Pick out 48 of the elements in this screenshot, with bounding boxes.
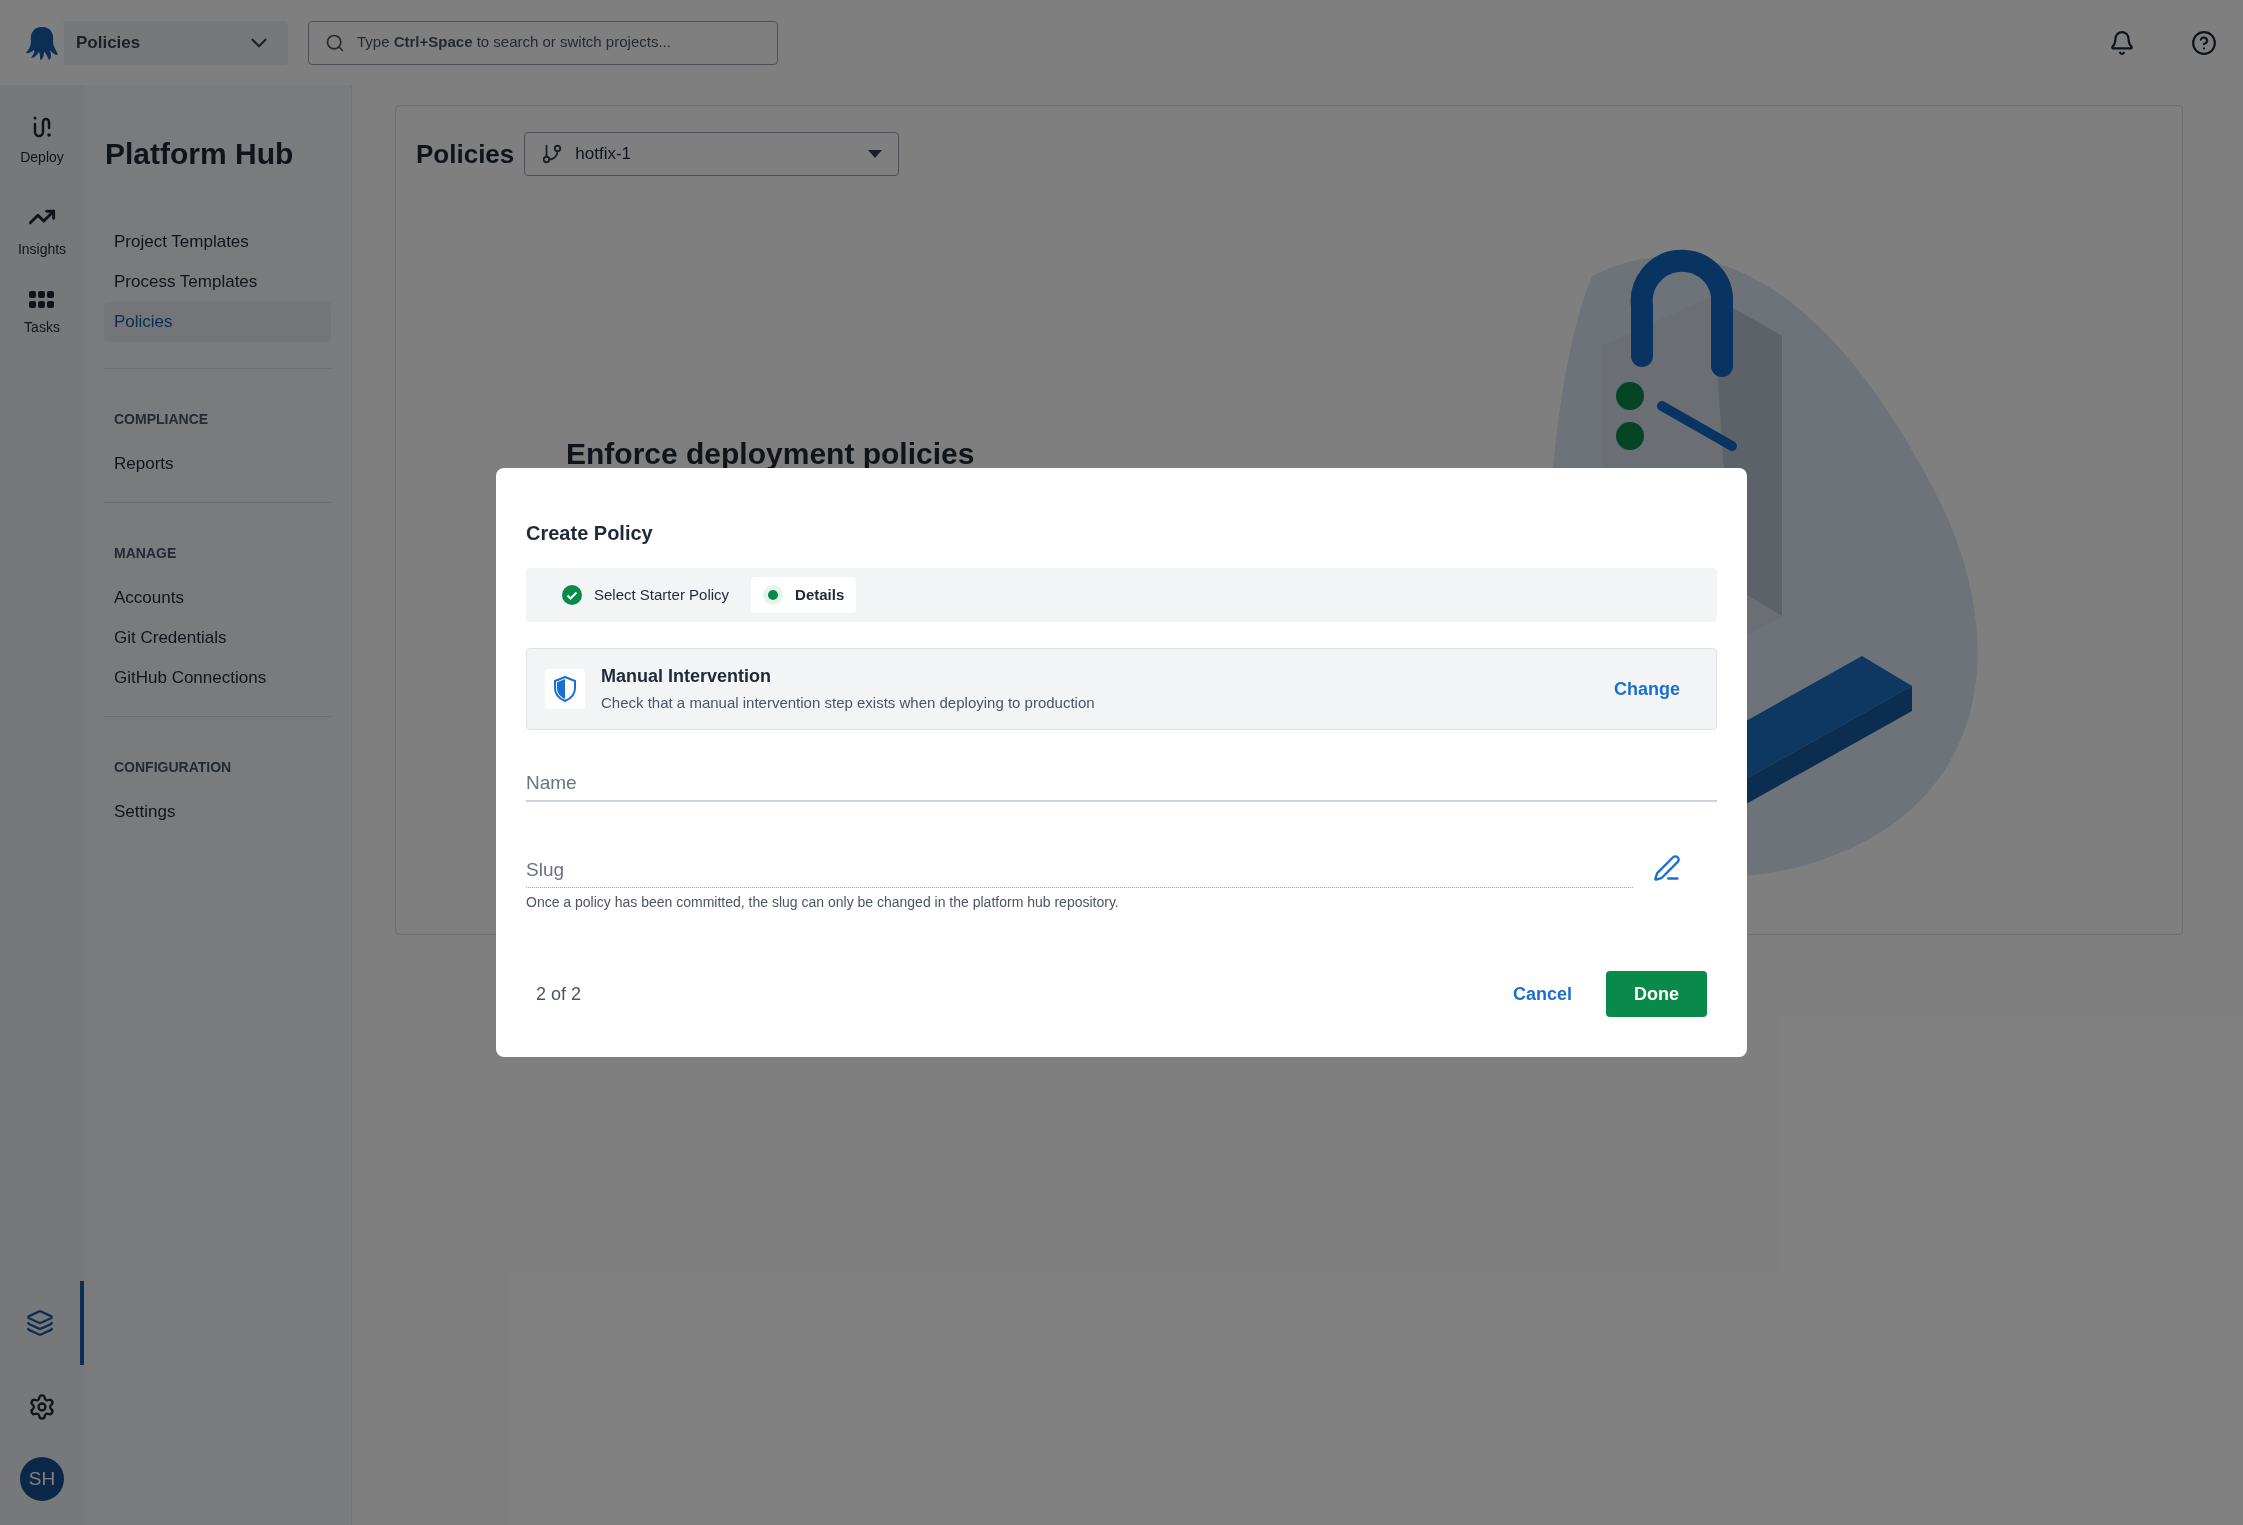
step-tab[interactable]: Select Starter Policy [550,577,742,613]
project-switcher[interactable]: Policies [20,20,288,65]
policy-description: Check that a manual intervention step exists when deploying to production [601,693,1096,714]
check-circle-icon [562,585,582,605]
sidebar-item[interactable]: Settings [104,792,331,832]
shield-icon [554,676,576,702]
caret-icon [868,150,883,158]
dot-icon [763,585,784,605]
sidebar-item[interactable]: Project Templates [104,222,331,262]
policy-title: Manual Intervention [601,665,772,689]
bell-icon[interactable] [2109,29,2135,56]
sidebar-title: Platform Hub [104,136,295,172]
rail-item[interactable]: Tasks [0,277,84,365]
project-name: Policies [76,31,142,54]
done-button[interactable]: Done [1606,971,1707,1017]
slug-field[interactable]: Slug [526,852,1633,888]
section-heading: COMPLIANCE [113,410,210,429]
help-icon[interactable] [2191,29,2217,56]
step-tab[interactable]: Details [751,577,857,613]
dialog-title: Create Policy [526,521,654,546]
sidebar-item[interactable]: Accounts [104,578,331,618]
layers-icon [26,1309,54,1337]
rail-item[interactable]: Deploy [0,101,84,189]
step-count: 2 of 2 [536,982,583,1006]
user-avatar[interactable]: SH [20,1457,64,1501]
rail-item[interactable]: Insights [0,189,84,277]
sidebar-item[interactable]: Reports [104,444,331,484]
cancel-button[interactable]: Cancel [1490,971,1594,1017]
deploy-icon [31,115,53,139]
name-field[interactable]: Name [526,766,1717,802]
slug-help-text: Once a policy has been committed, the slug can only be changed in the platform hub repository. [526,893,1120,912]
section-heading: CONFIGURATION [113,758,233,777]
sidebar-item[interactable]: Process Templates [104,262,331,302]
search-icon [325,32,345,53]
branch-selector[interactable]: hotfix-1 [524,132,900,176]
sidebar-item[interactable]: Git Credentials [104,618,331,658]
settings-icon [28,1393,56,1421]
page-title: Policies [416,137,515,171]
sidebar-item[interactable]: Policies [104,302,331,342]
change-link[interactable]: Change [1614,675,1680,703]
branch-icon [541,143,564,165]
octopus-icon [25,24,59,61]
pen-icon [1653,854,1681,882]
grid-icon [29,291,55,309]
empty-state-heading: Enforce deployment policies [566,436,975,472]
section-heading: MANAGE [113,544,178,563]
sidebar-item[interactable]: GitHub Connections [104,658,331,698]
search-field[interactable]: Type Ctrl+Space to search or switch projects... [308,20,778,65]
